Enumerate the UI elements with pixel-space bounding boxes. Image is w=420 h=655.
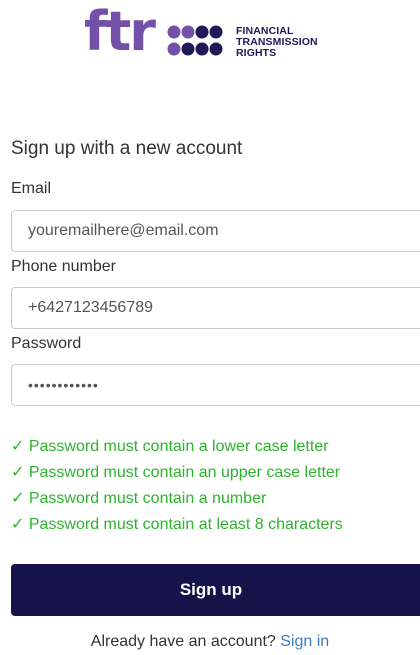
email-label: Email: [11, 180, 52, 197]
sign-in-link[interactable]: Sign in: [280, 633, 329, 650]
phone-field[interactable]: [11, 287, 420, 329]
password-requirements: ✓ Password must contain a lower case let…: [11, 437, 343, 541]
phone-label: Phone number: [11, 258, 116, 275]
requirement-length: ✓ Password must contain at least 8 chara…: [11, 516, 343, 533]
password-label: Password: [11, 335, 82, 352]
sign-up-button-label: Sign up: [179, 580, 243, 599]
requirement-uppercase: ✓ Password must contain an upper case le…: [11, 464, 341, 481]
logo-name: FINANCIAL TRANSMISSION RIGHTS: [236, 26, 318, 59]
form-heading: Sign up with a new account: [11, 138, 243, 159]
logo-wordmark: ftr: [84, 0, 156, 63]
logo-dots-icon: [167, 25, 223, 56]
requirement-lowercase: ✓ Password must contain a lower case let…: [11, 438, 329, 455]
sign-up-button[interactable]: Sign up: [11, 564, 420, 616]
sign-in-prompt-text: Already have an account?: [90, 633, 276, 650]
sign-in-prompt: Already have an account? Sign in: [0, 633, 420, 651]
logo-name-line-3: RIGHTS: [236, 47, 277, 59]
requirement-number: ✓ Password must contain a number: [11, 490, 267, 507]
email-field[interactable]: [11, 210, 420, 252]
ftr-logo: ftr FINANCIAL TRANSMISSION RIGHTS: [84, 0, 344, 66]
password-field[interactable]: [11, 364, 420, 406]
